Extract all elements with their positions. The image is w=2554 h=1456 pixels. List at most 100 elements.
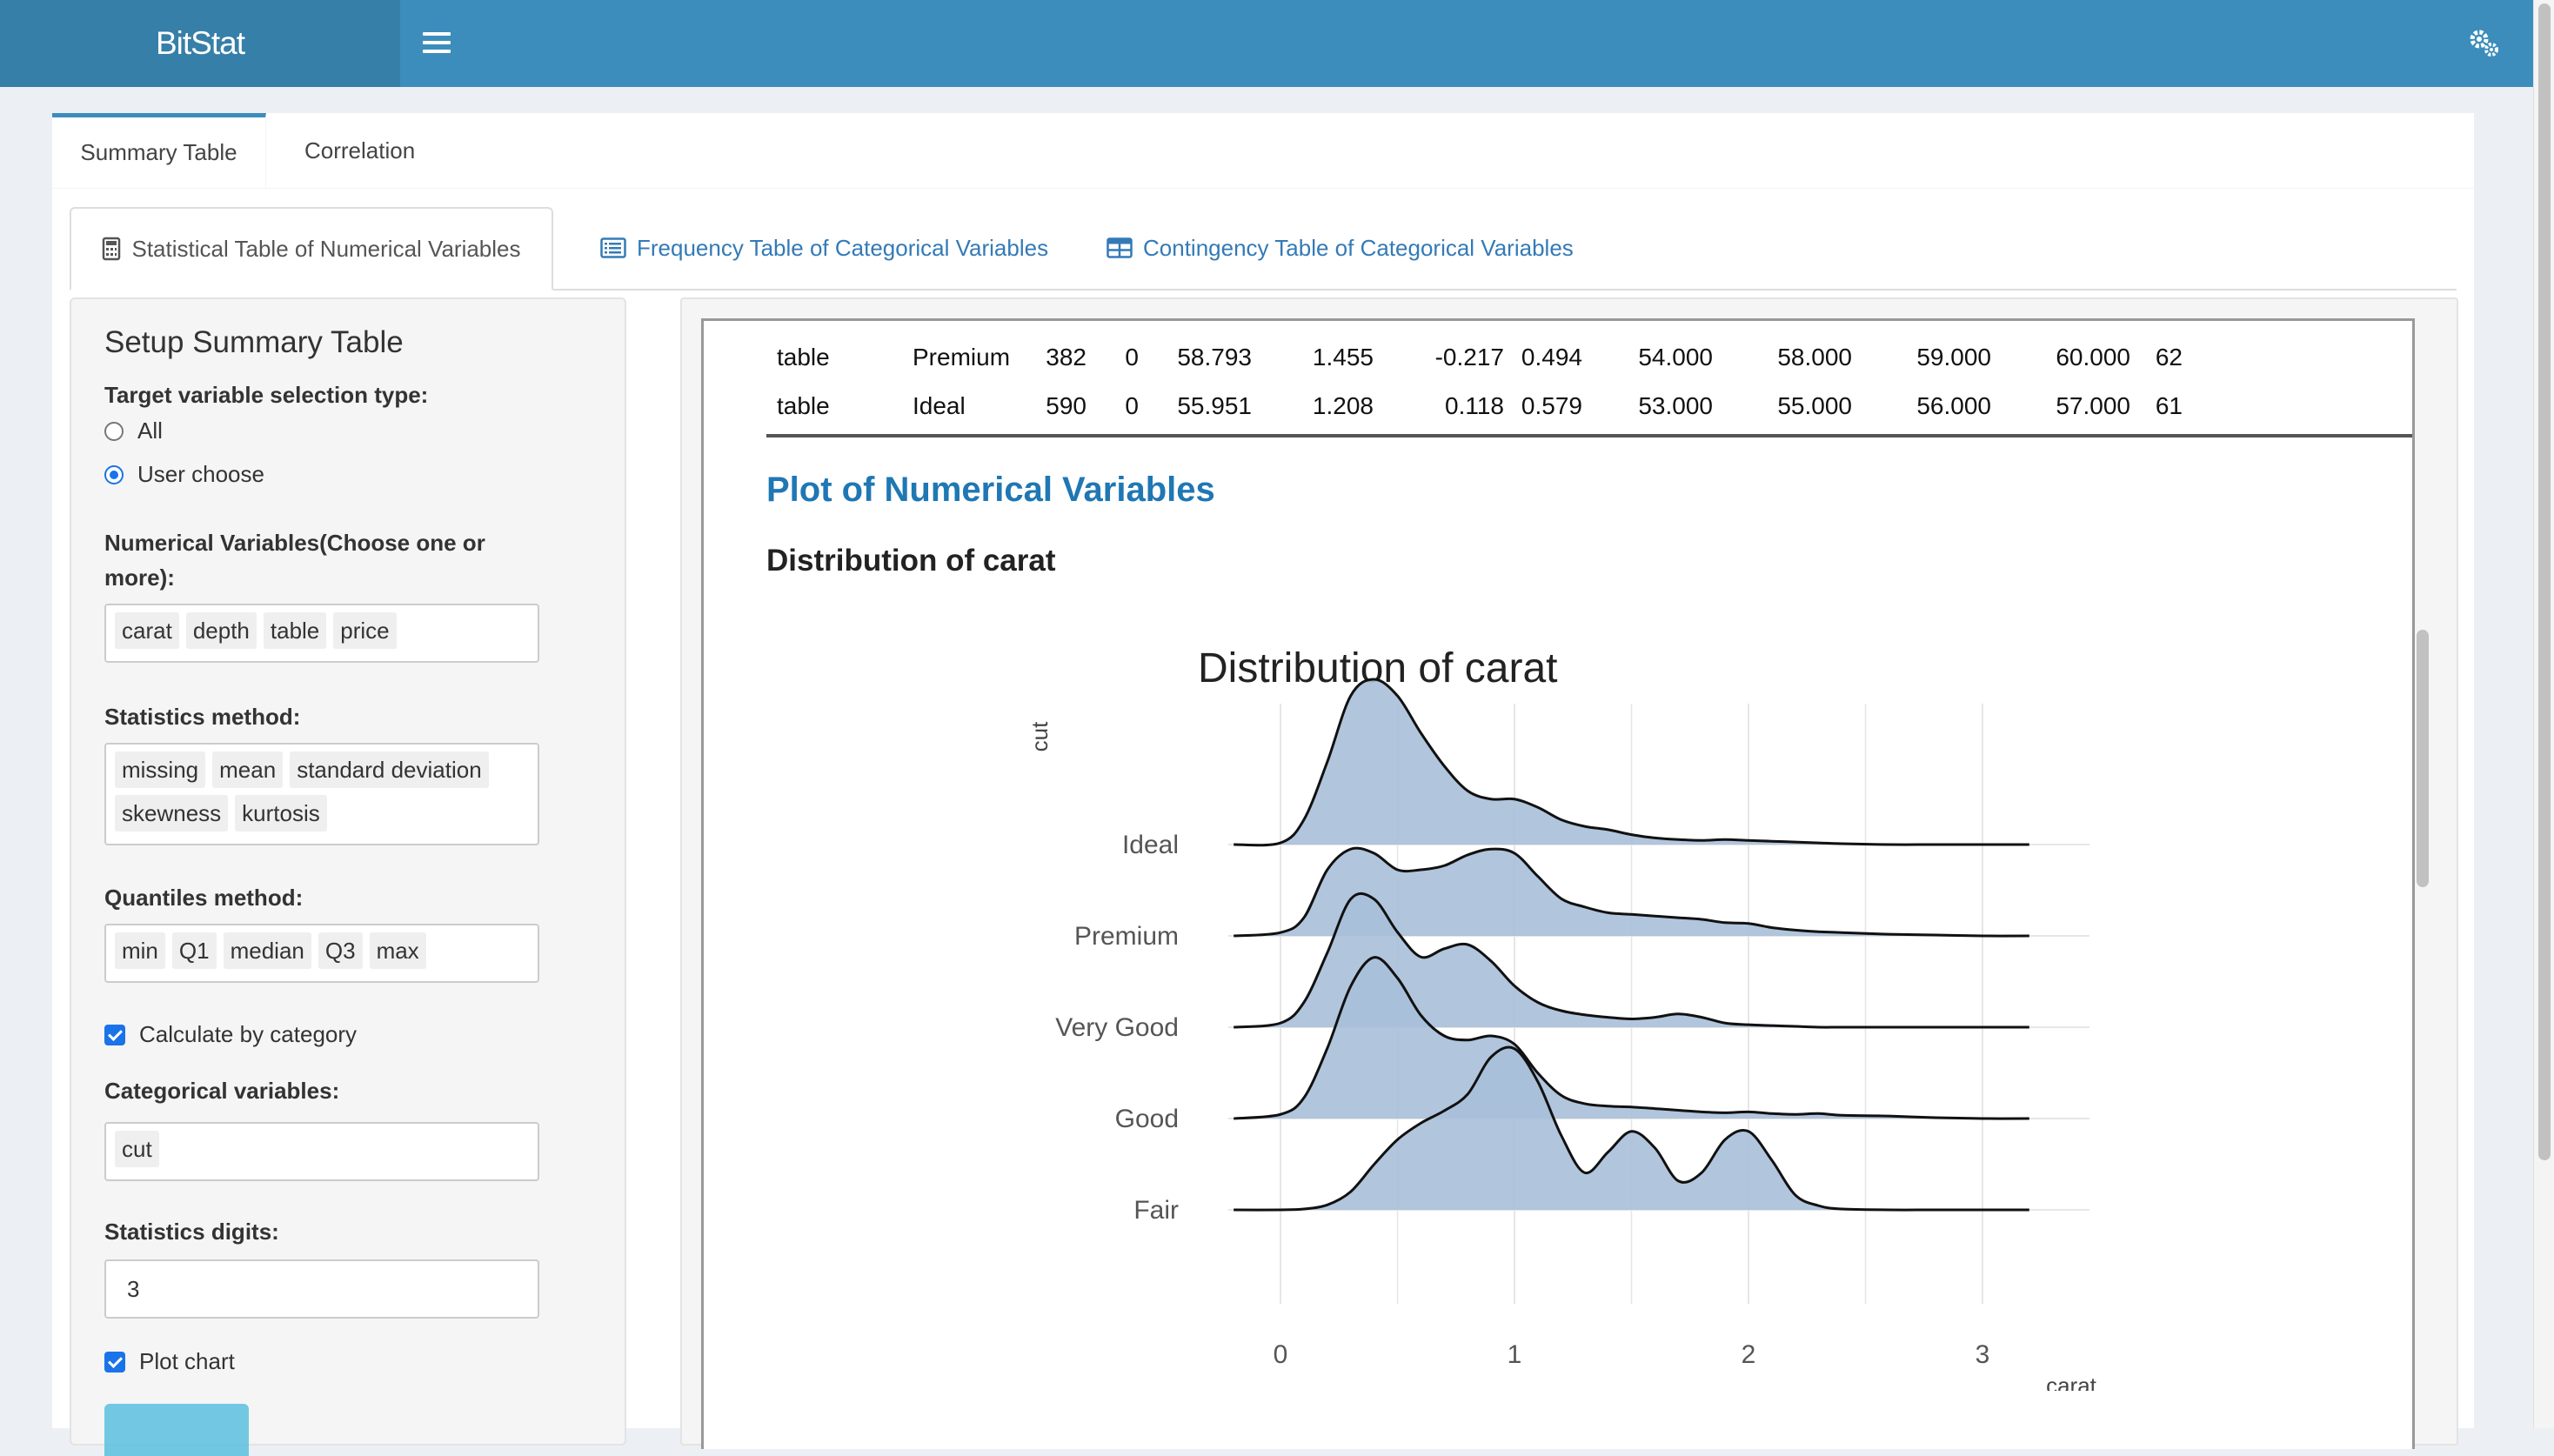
table-cell: 55.000: [1777, 392, 1852, 419]
radio-all[interactable]: All: [104, 417, 163, 444]
table-row: table Premium 382 0 58.793 1.455 -0.217 0.494 54…: [766, 333, 2183, 382]
tab-statistical-table-label: Statistical Table of Numerical Variables: [131, 235, 521, 262]
x-tick-label: 1: [1508, 1340, 1522, 1369]
main-card: Summary Table Correlation Statistical Ta…: [52, 113, 2474, 1456]
table-icon: [1107, 237, 1133, 258]
stats-tag[interactable]: kurtosis: [235, 795, 327, 832]
hamburger-icon: [423, 32, 451, 36]
stats-method-label: Statistics method:: [104, 704, 301, 730]
sub-tabs: Statistical Table of Numerical Variables…: [70, 207, 2457, 291]
output-panel: table Premium 382 0 58.793 1.455 -0.217 0.494 54…: [680, 297, 2458, 1449]
digits-input[interactable]: 3: [104, 1259, 539, 1319]
tab-contingency-table-label: Contingency Table of Categorical Variabl…: [1143, 234, 1574, 261]
stats-tag[interactable]: standard deviation: [290, 751, 489, 788]
numvar-tag[interactable]: price: [333, 612, 397, 649]
table-row: table Ideal 590 0 55.951 1.208 0.118 0.579 53.00…: [766, 382, 2183, 431]
calculator-icon: [103, 237, 121, 261]
numvar-tag[interactable]: table: [263, 612, 327, 649]
x-tick-label: 2: [1742, 1340, 1756, 1369]
quantiles-select[interactable]: min Q1 median Q3 max: [104, 924, 539, 983]
table-cell: 0: [1125, 344, 1139, 371]
numvar-tag[interactable]: depth: [185, 612, 257, 649]
stats-tag[interactable]: missing: [115, 751, 206, 788]
table-cell: 58.793: [1177, 344, 1252, 371]
ridge-category-label: Good: [1115, 1105, 1179, 1133]
table-cell: 55.951: [1177, 392, 1252, 419]
sidebar-toggle-button[interactable]: [423, 29, 451, 58]
stats-method-select[interactable]: missing mean standard deviation skewness…: [104, 743, 539, 845]
tab-contingency-table[interactable]: Contingency Table of Categorical Variabl…: [1107, 207, 1574, 289]
ridge-category-label: Ideal: [1122, 831, 1179, 859]
list-icon: [600, 237, 626, 258]
catvars-label: Categorical variables:: [104, 1078, 340, 1104]
table-cell: 382: [1046, 344, 1086, 371]
tab-statistical-table[interactable]: Statistical Table of Numerical Variables: [70, 207, 553, 291]
plot-subheading: Distribution of carat: [766, 544, 1056, 578]
tab-correlation[interactable]: Correlation: [304, 113, 415, 188]
y-axis-label: cut: [1026, 721, 1053, 751]
table-cell: 0: [1125, 392, 1139, 419]
quantile-tag[interactable]: median: [223, 932, 311, 969]
table-cell: 0.118: [1445, 392, 1504, 419]
quantile-tag[interactable]: Q1: [171, 932, 217, 969]
checkbox-checked[interactable]: [104, 1024, 125, 1045]
catvars-select[interactable]: cut: [104, 1122, 539, 1181]
tab-frequency-table-label: Frequency Table of Categorical Variables: [637, 234, 1049, 261]
table-cell: -0.217: [1434, 344, 1504, 371]
setup-title: Setup Summary Table: [104, 325, 404, 359]
output-area: table Premium 382 0 58.793 1.455 -0.217 0.494 54…: [701, 318, 2415, 1449]
calc-by-category-label: Calculate by category: [139, 1021, 358, 1047]
stats-tag[interactable]: skewness: [115, 795, 229, 832]
output-scrollbar-thumb[interactable]: [2417, 630, 2429, 887]
table-cell: 62: [2155, 344, 2183, 371]
table-cell: table: [777, 392, 830, 419]
catvar-tag[interactable]: cut: [115, 1131, 159, 1167]
calc-by-category-checkbox[interactable]: Calculate by category: [104, 1021, 357, 1048]
stats-table: table Premium 382 0 58.793 1.455 -0.217 0.494 54…: [766, 333, 2183, 431]
stats-tag[interactable]: mean: [212, 751, 284, 788]
app-logo[interactable]: BitStat: [0, 0, 400, 87]
plot-chart-checkbox[interactable]: Plot chart: [104, 1348, 235, 1375]
run-button[interactable]: [104, 1404, 249, 1456]
numvars-label: Numerical Variables(Choose one or more):: [104, 530, 485, 591]
table-cell: 1.208: [1312, 392, 1374, 419]
target-type-label: Target variable selection type:: [104, 382, 429, 408]
radio-user-choose[interactable]: User choose: [104, 461, 264, 488]
table-cell: 56.000: [1916, 392, 1991, 419]
page-scrollbar[interactable]: [2533, 0, 2554, 1428]
setup-panel: Setup Summary Table Target variable sele…: [70, 297, 626, 1456]
ridgeline-chart: Distribution of caratcutIdealPremiumVery…: [1026, 645, 2097, 1391]
numvars-select[interactable]: carat depth table price: [104, 604, 539, 663]
tab-summary-table[interactable]: Summary Table: [52, 113, 266, 188]
plot-chart-label: Plot chart: [139, 1348, 235, 1374]
quantile-tag[interactable]: max: [369, 932, 426, 969]
page-scrollbar-thumb[interactable]: [2538, 3, 2551, 1160]
tab-frequency-table[interactable]: Frequency Table of Categorical Variables: [600, 207, 1048, 289]
radio-button-selected[interactable]: [104, 464, 124, 484]
table-cell: 58.000: [1777, 344, 1852, 371]
table-cell: Premium: [913, 344, 1011, 371]
table-cell: 0.579: [1521, 392, 1582, 419]
table-bottom-rule: [766, 434, 2412, 437]
gears-icon[interactable]: [2467, 26, 2502, 61]
top-tabs: Summary Table Correlation: [52, 113, 2474, 189]
table-cell: 0.494: [1521, 344, 1582, 371]
table-cell: 590: [1046, 392, 1086, 419]
quantiles-label: Quantiles method:: [104, 885, 304, 911]
x-axis-label: carat: [2046, 1373, 2097, 1391]
ridge-category-label: Fair: [1133, 1196, 1179, 1225]
table-cell: table: [777, 344, 830, 371]
table-cell: 60.000: [2056, 344, 2130, 371]
table-cell: 61: [2155, 392, 2183, 419]
numvar-tag[interactable]: carat: [115, 612, 179, 649]
table-cell: 54.000: [1638, 344, 1713, 371]
ridge-category-label: Premium: [1074, 922, 1179, 951]
table-cell: Ideal: [913, 392, 966, 419]
radio-button[interactable]: [104, 421, 124, 441]
quantile-tag[interactable]: Q3: [318, 932, 363, 969]
quantile-tag[interactable]: min: [115, 932, 165, 969]
top-navbar: BitStat: [0, 0, 2533, 87]
radio-user-choose-label: User choose: [137, 461, 264, 487]
checkbox-checked[interactable]: [104, 1351, 125, 1373]
x-tick-label: 3: [1976, 1340, 1990, 1369]
